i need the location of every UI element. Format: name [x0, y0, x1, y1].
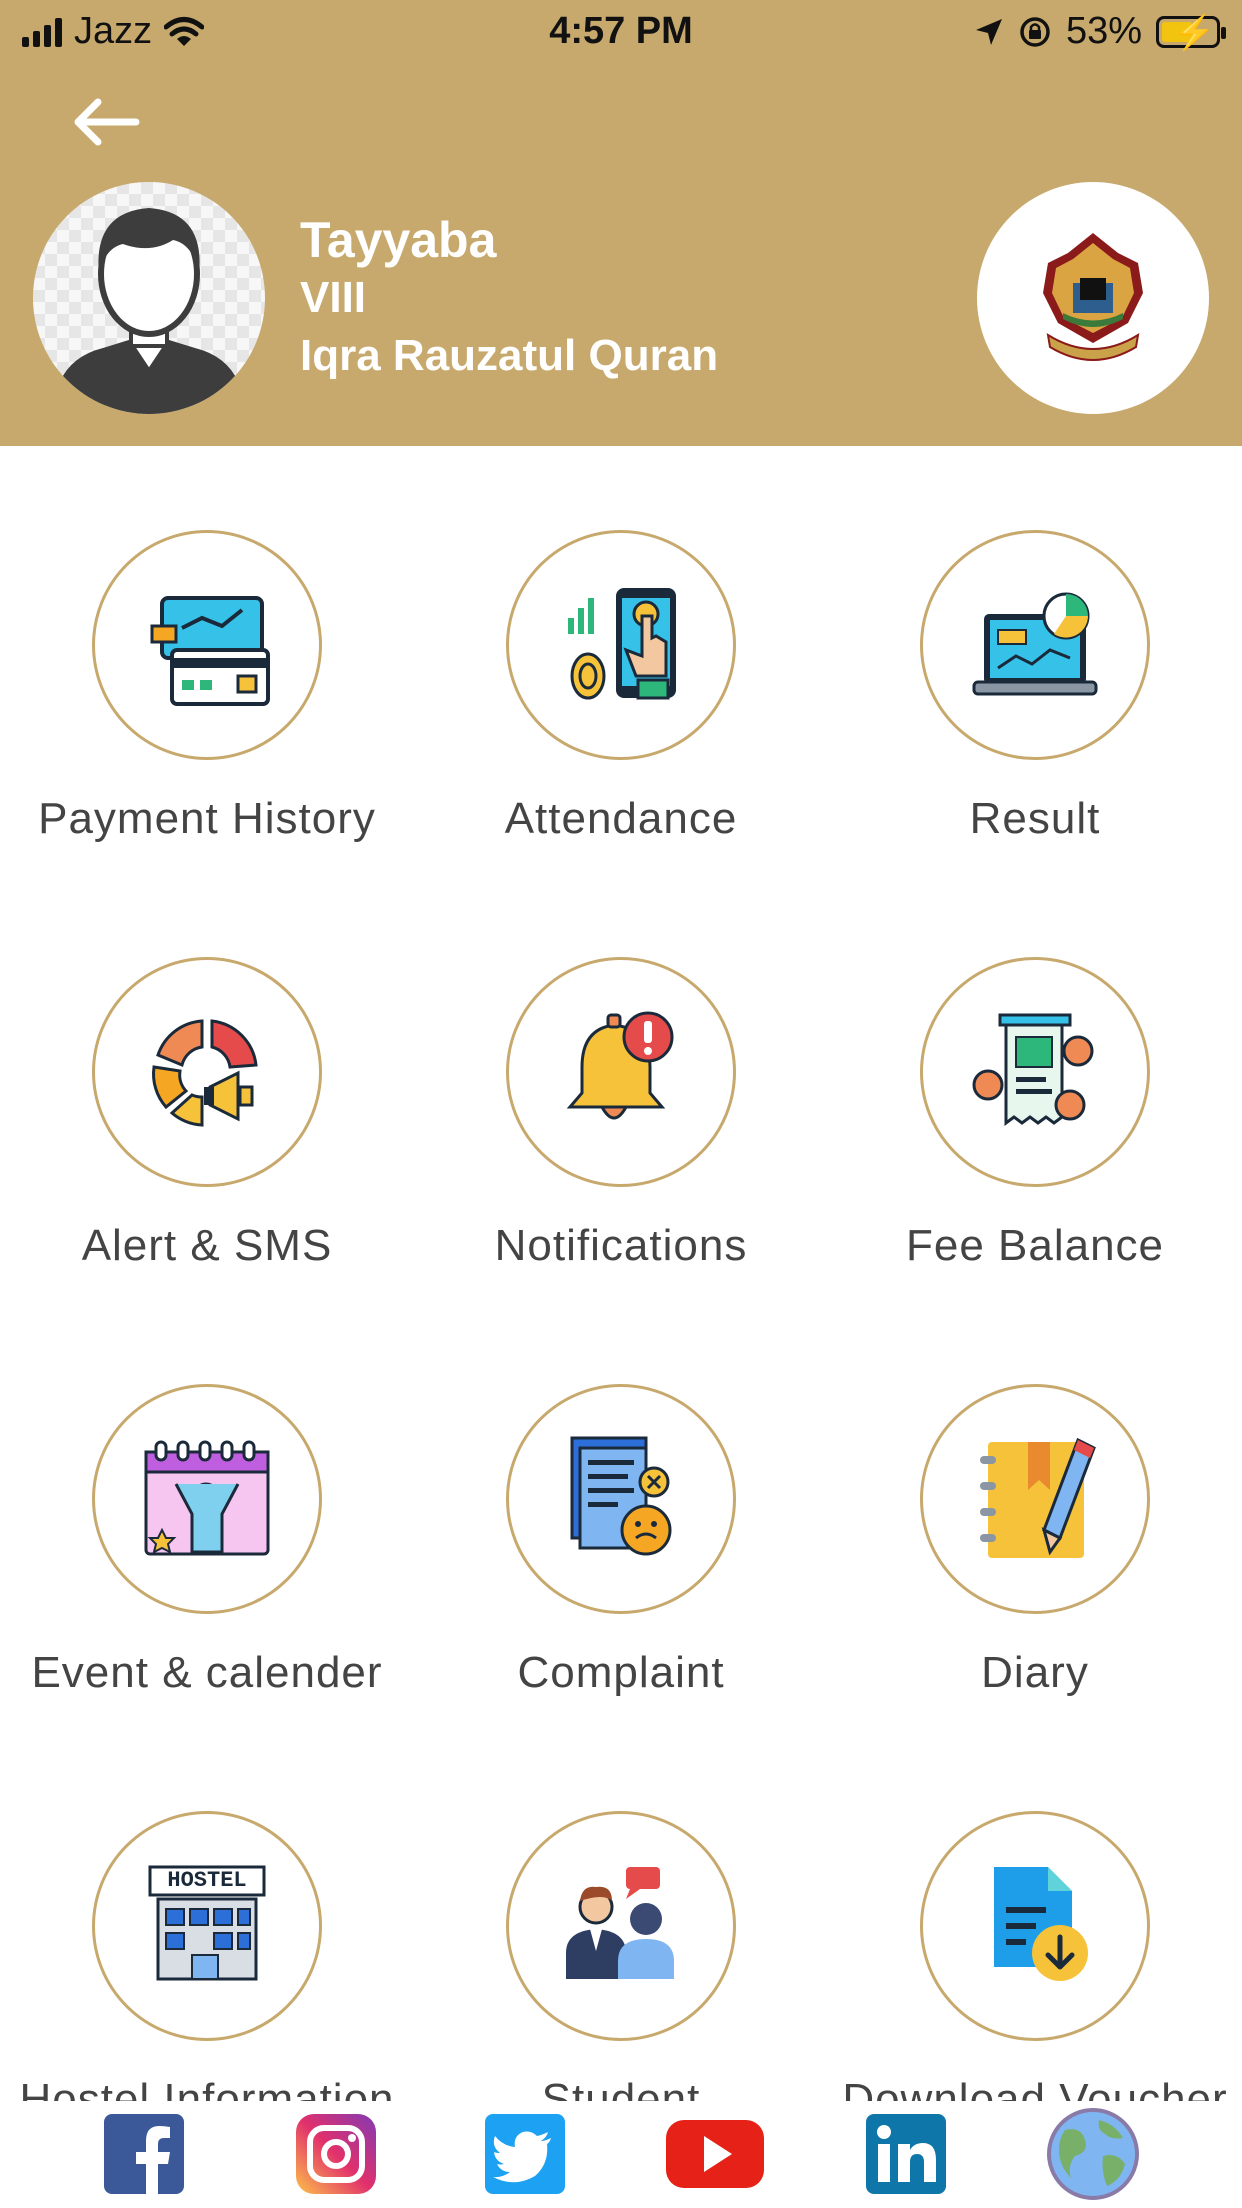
- menu-icon-circle: [920, 1384, 1150, 1614]
- menu-icon-circle: [920, 1811, 1150, 2041]
- menu-grid: Payment History Attendance Result Alert …: [0, 446, 1242, 2101]
- twitter-link[interactable]: [485, 2114, 565, 2194]
- menu-item-hostel-information[interactable]: HOSTEL Hostel Information: [0, 1727, 414, 2101]
- youtube-icon: [666, 2120, 764, 2188]
- hostel-sign: HOSTEL: [167, 1868, 247, 1893]
- battery-icon: ⚡: [1156, 14, 1226, 52]
- student-avatar: [33, 182, 265, 414]
- menu-icon-circle: [92, 530, 322, 760]
- menu-icon-circle: [506, 1384, 736, 1614]
- student-name: Tayyaba: [300, 212, 497, 268]
- menu-item-student-consultancy[interactable]: Student Consultancy: [414, 1727, 828, 2101]
- menu-item-complaint[interactable]: Complaint: [414, 1300, 828, 1727]
- website-globe-icon: [1047, 2108, 1139, 2200]
- twitter-icon: [485, 2114, 565, 2194]
- student-class: VIII: [300, 273, 367, 322]
- status-right: 53% ⚡: [974, 10, 1226, 53]
- result-icon: [972, 592, 1098, 696]
- rotation-lock-icon: [1020, 16, 1050, 47]
- menu-item-label: Payment History: [38, 794, 376, 843]
- website-link[interactable]: [1045, 2106, 1141, 2202]
- menu-icon-circle: HOSTEL: [92, 1811, 322, 2041]
- menu-item-label: Attendance: [504, 794, 738, 843]
- payment-history-icon: [150, 596, 270, 706]
- facebook-icon: [104, 2114, 184, 2194]
- menu-icon-circle: [506, 957, 736, 1187]
- menu-item-notifications[interactable]: Notifications: [414, 873, 828, 1300]
- location-arrow-icon: [975, 18, 1002, 45]
- youtube-link[interactable]: [666, 2114, 764, 2194]
- school-logo: [977, 182, 1209, 414]
- social-links-bar: [0, 2101, 1242, 2208]
- menu-icon-circle: [920, 957, 1150, 1187]
- school-name: Iqra Rauzatul Quran: [300, 331, 719, 380]
- menu-item-label: Event & calender: [31, 1648, 383, 1697]
- notifications-icon: [566, 1011, 674, 1120]
- menu-item-result[interactable]: Result: [828, 446, 1242, 873]
- back-arrow-icon: [74, 98, 140, 146]
- event-calendar-icon: [144, 1440, 270, 1556]
- menu-item-label: Notifications: [494, 1221, 748, 1270]
- status-bar: Jazz 4:57 PM 53% ⚡: [0, 0, 1242, 70]
- menu-item-label: Alert & SMS: [81, 1221, 333, 1270]
- alert-sms-icon: [152, 1019, 258, 1127]
- back-button[interactable]: [66, 92, 156, 152]
- instagram-icon: [296, 2114, 376, 2194]
- menu-item-label: Diary: [981, 1648, 1089, 1697]
- menu-item-fee-balance[interactable]: Fee Balance: [828, 873, 1242, 1300]
- menu-item-download-voucher[interactable]: Download Voucher: [828, 1727, 1242, 2101]
- fee-balance-icon: [972, 1013, 1094, 1126]
- menu-item-event-calendar[interactable]: Event & calender: [0, 1300, 414, 1727]
- menu-item-label: Complaint: [517, 1648, 725, 1697]
- menu-item-payment-history[interactable]: Payment History: [0, 446, 414, 873]
- menu-item-attendance[interactable]: Attendance: [414, 446, 828, 873]
- school-crest-icon: [1043, 233, 1143, 361]
- profile-header: Jazz 4:57 PM 53% ⚡ Tayyaba VIII Iqra Rau…: [0, 0, 1242, 446]
- diary-icon: [980, 1437, 1096, 1558]
- download-voucher-icon: [994, 1867, 1088, 1981]
- avatar-person-icon: [53, 208, 245, 414]
- menu-icon-circle: [92, 957, 322, 1187]
- facebook-link[interactable]: [104, 2114, 184, 2194]
- linkedin-icon: [866, 2114, 946, 2194]
- menu-item-label: Result: [969, 794, 1101, 843]
- complaint-icon: [570, 1436, 672, 1556]
- menu-item-label: Fee Balance: [905, 1221, 1165, 1270]
- menu-icon-circle: [92, 1384, 322, 1614]
- menu-icon-circle: [920, 530, 1150, 760]
- consultancy-icon: [566, 1867, 674, 1979]
- menu-icon-circle: [506, 530, 736, 760]
- menu-item-label: Student Consultancy: [541, 2075, 701, 2101]
- attendance-icon: [568, 588, 676, 700]
- battery-percent: 53%: [1065, 10, 1142, 52]
- instagram-link[interactable]: [296, 2114, 376, 2194]
- student-info: Tayyaba VIII Iqra Rauzatul Quran: [300, 210, 718, 386]
- menu-item-diary[interactable]: Diary: [828, 1300, 1242, 1727]
- menu-icon-circle: [506, 1811, 736, 2041]
- menu-item-alert-sms[interactable]: Alert & SMS: [0, 873, 414, 1300]
- menu-item-label: Hostel Information: [19, 2075, 395, 2101]
- menu-item-label: Download Voucher: [842, 2075, 1228, 2101]
- linkedin-link[interactable]: [866, 2114, 946, 2194]
